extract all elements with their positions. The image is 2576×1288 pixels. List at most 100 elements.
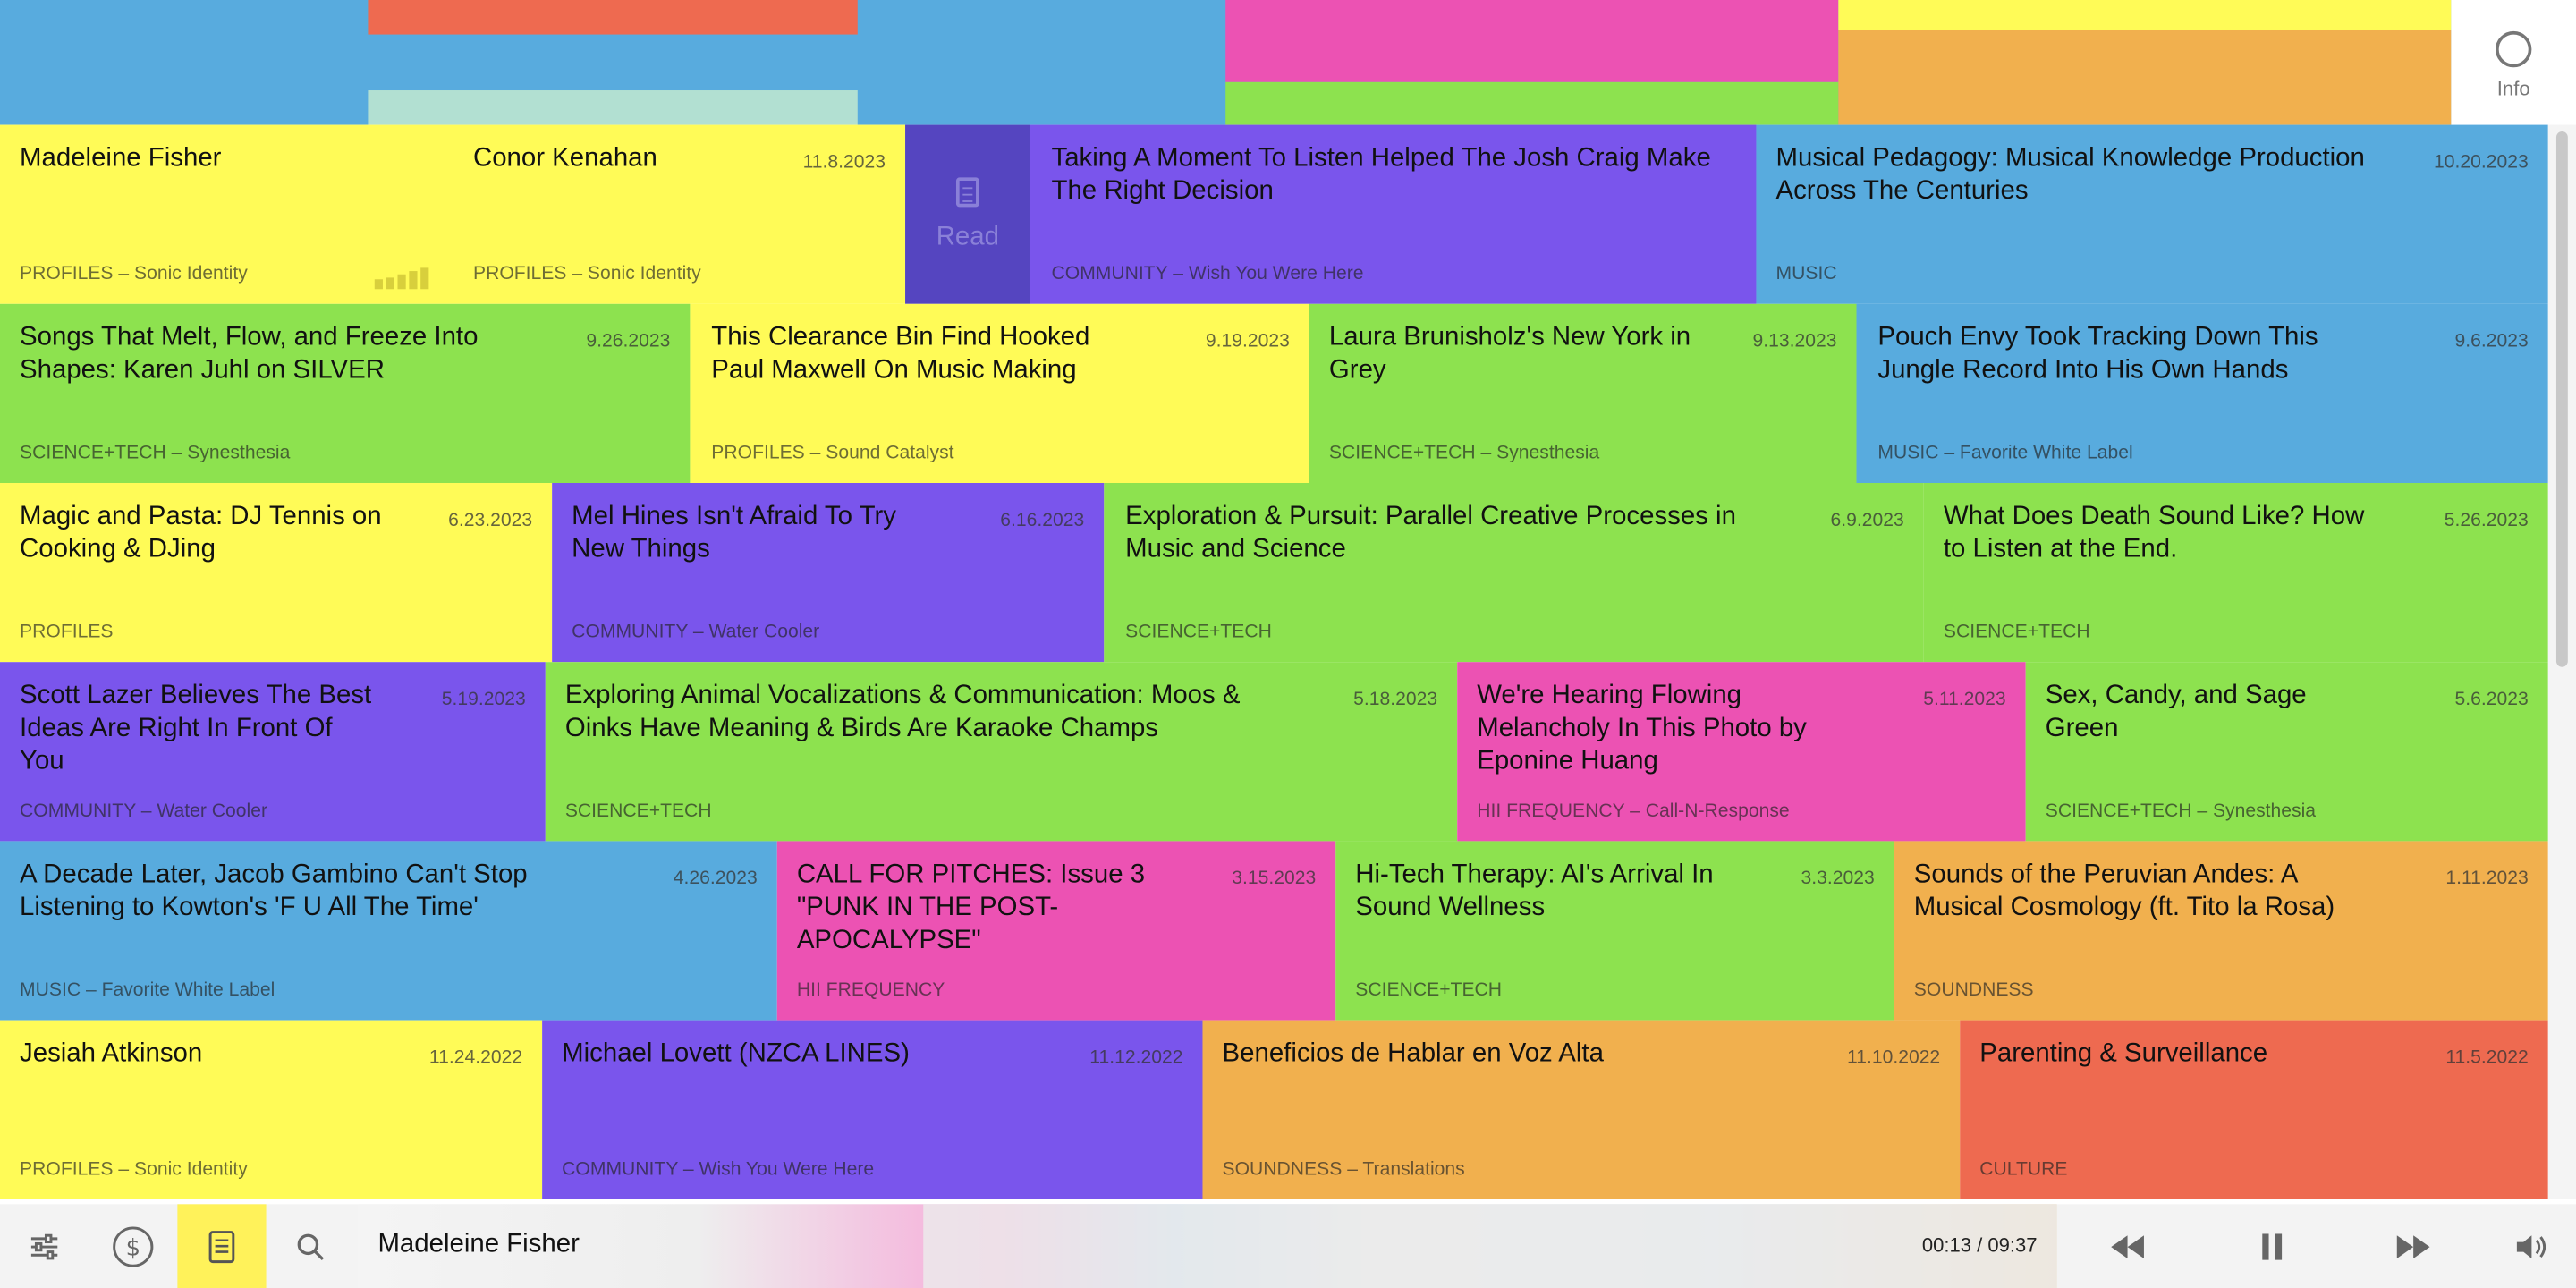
article-category: COMMUNITY – Water Cooler [572,623,820,643]
rewind-button[interactable] [2089,1204,2165,1288]
article-category: HII FREQUENCY – Call-N-Response [1477,801,1790,822]
article-title: Musical Pedagogy: Musical Knowledge Prod… [1775,144,2365,206]
article-row: A Decade Later, Jacob Gambino Can't Stop… [0,841,2548,1021]
article-card[interactable]: Exploration & Pursuit: Parallel Creative… [1104,483,1924,663]
article-title: What Does Death Sound Like? How to Liste… [1943,503,2365,564]
article-card[interactable]: Exploring Animal Vocalizations & Communi… [545,662,1458,842]
now-playing-title: Madeleine Fisher [377,1230,580,1258]
info-button[interactable]: Info [2451,0,2576,125]
article-category: PROFILES – Sonic Identity [20,1159,248,1180]
article-card[interactable]: Sex, Candy, and Sage Green 5.6.2023 SCIE… [2025,662,2548,842]
article-date: 10.20.2023 [2434,152,2529,173]
article-date: 5.6.2023 [2454,690,2529,710]
strip-block [1225,0,1839,82]
article-card[interactable]: We're Hearing Flowing Melancholy In This… [1457,662,2026,842]
article-title: Exploring Animal Vocalizations & Communi… [564,682,1241,743]
article-title: A Decade Later, Jacob Gambino Can't Stop… [20,860,528,922]
settings-icon [30,1233,58,1259]
article-category: SCIENCE+TECH [1943,623,2090,643]
article-title: Madeleine Fisher [20,144,222,173]
article-date: 3.3.2023 [1801,869,1875,889]
article-category: PROFILES – Sonic Identity [472,264,701,284]
playback-time: 00:13 / 09:37 [1921,1233,2038,1258]
article-date: 11.12.2022 [1089,1047,1183,1068]
article-title: Exploration & Pursuit: Parallel Creative… [1125,503,1736,564]
pause-icon [2262,1233,2283,1259]
article-card[interactable]: Beneficios de Hablar en Voz Alta 11.10.2… [1202,1020,1961,1199]
article-card[interactable]: Laura Brunisholz's New York in Grey 9.13… [1309,303,1857,483]
progress-remaining [923,1204,2057,1288]
article-date: 5.18.2023 [1353,690,1438,710]
article-row: Magic and Pasta: DJ Tennis on Cooking & … [0,483,2548,663]
article-title: Sounds of the Peruvian Andes: A Musical … [1913,860,2335,922]
article-card[interactable]: Jesiah Atkinson 11.24.2022 PROFILES – So… [0,1020,543,1199]
article-category: SCIENCE+TECH [564,801,712,822]
strip-block [368,90,858,125]
article-card[interactable]: CALL FOR PITCHES: Issue 3 "PUNK IN THE P… [776,841,1336,1021]
scrollbar-thumb[interactable] [2555,131,2568,667]
strip-block [1838,0,2452,30]
article-card[interactable]: Magic and Pasta: DJ Tennis on Cooking & … [0,483,553,663]
article-card[interactable]: Michael Lovett (NZCA LINES) 11.12.2022 C… [542,1020,1203,1199]
article-title: Songs That Melt, Flow, and Freeze Into S… [20,323,479,385]
volume-icon [2516,1234,2546,1258]
article-category: CULTURE [1979,1159,2068,1180]
article-category: SOUNDNESS – Translations [1222,1159,1465,1180]
article-card[interactable]: Sounds of the Peruvian Andes: A Musical … [1894,841,2548,1021]
article-date: 11.5.2022 [2445,1047,2529,1068]
article-date: 11.24.2022 [428,1047,523,1068]
now-playing-progress[interactable]: Madeleine Fisher 00:13 / 09:37 [358,1204,2057,1288]
search-button[interactable] [267,1204,355,1288]
donate-button[interactable]: $ [89,1204,177,1288]
article-card[interactable]: Mel Hines Isn't Afraid To Try New Things… [552,483,1105,663]
article-card[interactable]: Conor Kenahan 11.8.2023 PROFILES – Sonic… [453,124,906,304]
dollar-icon: $ [113,1225,154,1267]
article-category: SOUNDNESS [1913,980,2034,1001]
fast-forward-icon [2396,1234,2430,1258]
article-card[interactable]: What Does Death Sound Like? How to Liste… [1923,483,2548,663]
article-date: 11.10.2022 [1847,1047,1941,1068]
document-icon [208,1230,235,1263]
article-date: 6.9.2023 [1830,511,1904,531]
read-label: Read [936,222,999,251]
fast-forward-button[interactable] [2376,1204,2451,1288]
article-card[interactable]: Taking A Moment To Listen Helped The Jos… [1030,124,1757,304]
article-card[interactable]: Pouch Envy Took Tracking Down This Jungl… [1856,303,2548,483]
article-row: Scott Lazer Believes The Best Ideas Are … [0,662,2548,842]
article-card[interactable]: Scott Lazer Believes The Best Ideas Are … [0,662,546,842]
article-title: This Clearance Bin Find Hooked Paul Maxw… [711,323,1090,385]
pause-button[interactable] [2234,1204,2309,1288]
article-card[interactable]: Songs That Melt, Flow, and Freeze Into S… [0,303,691,483]
info-icon [2496,30,2532,68]
search-icon [297,1233,325,1260]
article-category: MUSIC – Favorite White Label [1877,443,2133,463]
article-date: 6.23.2023 [448,511,533,531]
read-button[interactable]: Read [905,124,1030,304]
article-card[interactable]: Parenting & Surveillance 11.5.2022 CULTU… [1960,1020,2548,1199]
article-date: 9.19.2023 [1205,332,1290,352]
article-category: HII FREQUENCY [796,980,945,1001]
article-category: COMMUNITY – Water Cooler [20,801,268,822]
volume-button[interactable] [2497,1204,2566,1288]
article-category: PROFILES [20,623,114,643]
article-date: 5.26.2023 [2444,511,2529,531]
article-card[interactable]: A Decade Later, Jacob Gambino Can't Stop… [0,841,777,1021]
article-category: SCIENCE+TECH [1125,623,1272,643]
article-category: SCIENCE+TECH – Synesthesia [1328,443,1600,463]
top-color-strip [0,0,2452,125]
info-label: Info [2496,77,2530,101]
article-card[interactable]: This Clearance Bin Find Hooked Paul Maxw… [690,303,1309,483]
rewind-icon [2111,1234,2144,1258]
article-date: 1.11.2023 [2445,869,2529,889]
article-date: 4.26.2023 [673,869,758,889]
article-card[interactable]: Hi-Tech Therapy: AI's Arrival In Sound W… [1335,841,1894,1021]
article-date: 5.19.2023 [441,690,526,710]
read-mode-button[interactable] [177,1204,267,1288]
article-category: COMMUNITY – Wish You Were Here [562,1159,875,1180]
article-category: COMMUNITY – Wish You Were Here [1051,264,1364,284]
article-card[interactable]: Musical Pedagogy: Musical Knowledge Prod… [1756,124,2548,304]
article-date: 11.8.2023 [802,152,886,173]
article-category: PROFILES – Sonic Identity [20,264,248,284]
settings-button[interactable] [0,1204,89,1288]
strip-block [1225,81,1839,125]
